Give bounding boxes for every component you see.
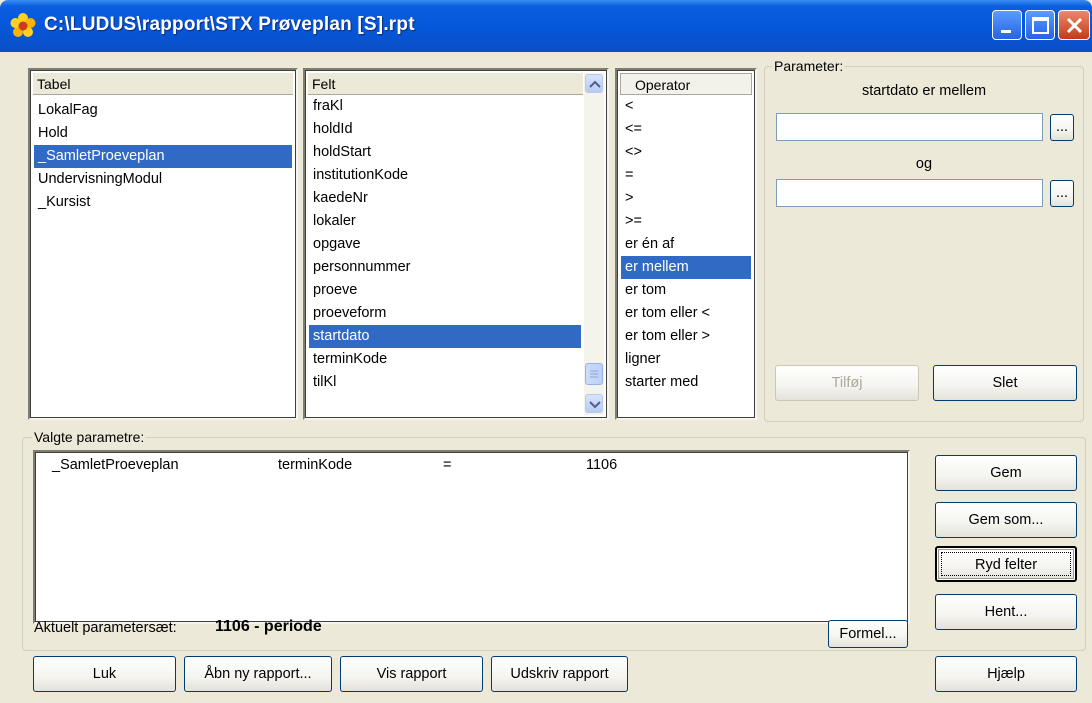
- list-item[interactable]: tilKl: [309, 371, 581, 394]
- luk-button[interactable]: Luk: [33, 656, 176, 692]
- list-item[interactable]: fraKl: [309, 95, 581, 118]
- minimize-icon: [1001, 30, 1011, 33]
- browse-label: ...: [1055, 119, 1069, 135]
- operator-header[interactable]: Operator: [620, 73, 752, 95]
- valgte-group-label: Valgte parametre:: [32, 429, 147, 445]
- felt-scrollbar[interactable]: [584, 73, 604, 415]
- hjaelp-button[interactable]: Hjælp: [935, 656, 1077, 692]
- formel-label: Formel...: [839, 626, 897, 642]
- maximize-button[interactable]: [1025, 10, 1055, 40]
- list-item[interactable]: <>: [621, 141, 751, 164]
- list-item[interactable]: er tom: [621, 279, 751, 302]
- list-item[interactable]: er mellem: [621, 256, 751, 279]
- list-item[interactable]: =: [621, 164, 751, 187]
- row-felt: terminKode: [278, 457, 353, 473]
- parameter-value-2-input[interactable]: [776, 179, 1043, 207]
- slet-button[interactable]: Slet: [933, 365, 1077, 401]
- felt-header[interactable]: Felt: [308, 73, 583, 95]
- aktuelt-value: 1106 - periode: [215, 618, 322, 635]
- operator-list[interactable]: Operator < <= <> = > >= er én af er mell…: [615, 68, 757, 420]
- list-item[interactable]: ligner: [621, 348, 751, 371]
- parameter-value-1-input[interactable]: [776, 113, 1043, 141]
- list-item[interactable]: personnummer: [309, 256, 581, 279]
- hjaelp-label: Hjælp: [987, 666, 1025, 682]
- close-icon: [1066, 17, 1083, 34]
- list-item[interactable]: kaedeNr: [309, 187, 581, 210]
- browse-button-2[interactable]: ...: [1050, 180, 1074, 207]
- og-label: og: [915, 156, 933, 172]
- gem-button[interactable]: Gem: [935, 455, 1077, 491]
- aabn-ny-rapport-button[interactable]: Åbn ny rapport...: [184, 656, 332, 692]
- list-item[interactable]: <: [621, 95, 751, 118]
- ryd-felter-button[interactable]: Ryd felter: [935, 546, 1077, 582]
- list-item[interactable]: er tom eller >: [621, 325, 751, 348]
- hent-label: Hent...: [984, 604, 1028, 620]
- gem-som-button[interactable]: Gem som...: [935, 502, 1077, 538]
- gem-som-label: Gem som...: [968, 512, 1044, 528]
- valgte-list[interactable]: _SamletProeveplan terminKode = 1106: [33, 450, 910, 624]
- ryd-felter-label: Ryd felter: [974, 557, 1038, 573]
- list-item[interactable]: er én af: [621, 233, 751, 256]
- list-item[interactable]: LokalFag: [34, 99, 292, 122]
- flower-app-icon: [10, 13, 36, 37]
- slet-label: Slet: [992, 375, 1018, 391]
- udskriv-rapport-button[interactable]: Udskriv rapport: [491, 656, 628, 692]
- scroll-thumb[interactable]: [585, 363, 603, 385]
- row-tabel: _SamletProeveplan: [52, 457, 179, 473]
- parameter-group-label: Parameter:: [772, 58, 846, 74]
- tilfoej-button[interactable]: Tilføj: [775, 365, 919, 401]
- list-item[interactable]: holdStart: [309, 141, 581, 164]
- scroll-up-button[interactable]: [585, 74, 603, 93]
- aktuelt-label: Aktuelt parametersæt:: [34, 620, 177, 636]
- close-button[interactable]: [1058, 10, 1090, 40]
- formel-button[interactable]: Formel...: [828, 620, 908, 648]
- aabn-label: Åbn ny rapport...: [204, 666, 312, 682]
- parameter-caption: startdato er mellem: [861, 83, 987, 99]
- row-operator: =: [443, 457, 452, 473]
- list-item[interactable]: er tom eller <: [621, 302, 751, 325]
- list-item[interactable]: >: [621, 187, 751, 210]
- list-item[interactable]: proeveform: [309, 302, 581, 325]
- list-item[interactable]: starter med: [621, 371, 751, 394]
- list-item[interactable]: lokaler: [309, 210, 581, 233]
- felt-list[interactable]: Felt fraKl holdId holdStart institutionK…: [303, 68, 609, 420]
- hent-button[interactable]: Hent...: [935, 594, 1077, 630]
- browse-label: ...: [1055, 185, 1069, 201]
- table-row[interactable]: _SamletProeveplan terminKode = 1106: [38, 457, 905, 479]
- row-vaerdi: 1106: [586, 457, 618, 473]
- list-item[interactable]: holdId: [309, 118, 581, 141]
- grip-icon: [590, 370, 598, 378]
- vis-label: Vis rapport: [376, 666, 447, 682]
- dialog-client: Tabel LokalFag Hold _SamletProeveplan Un…: [0, 52, 1092, 703]
- vis-rapport-button[interactable]: Vis rapport: [340, 656, 483, 692]
- tabel-list[interactable]: Tabel LokalFag Hold _SamletProeveplan Un…: [28, 68, 298, 420]
- tabel-header[interactable]: Tabel: [33, 73, 293, 95]
- list-item[interactable]: >=: [621, 210, 751, 233]
- maximize-icon: [1032, 17, 1049, 34]
- luk-label: Luk: [92, 666, 117, 682]
- tilfoej-label: Tilføj: [831, 375, 863, 391]
- list-item[interactable]: opgave: [309, 233, 581, 256]
- gem-label: Gem: [990, 465, 1022, 481]
- minimize-button[interactable]: [992, 10, 1022, 40]
- list-item[interactable]: Hold: [34, 122, 292, 145]
- title-bar[interactable]: C:\LUDUS\rapport\STX Prøveplan [S].rpt: [0, 0, 1092, 52]
- list-item[interactable]: <=: [621, 118, 751, 141]
- scroll-down-button[interactable]: [585, 394, 603, 413]
- list-item[interactable]: UndervisningModul: [34, 168, 292, 191]
- chevron-down-icon: [589, 401, 601, 409]
- list-item[interactable]: proeve: [309, 279, 581, 302]
- list-item[interactable]: _SamletProeveplan: [34, 145, 292, 168]
- list-item[interactable]: terminKode: [309, 348, 581, 371]
- window-title: C:\LUDUS\rapport\STX Prøveplan [S].rpt: [44, 14, 415, 35]
- list-item[interactable]: startdato: [309, 325, 581, 348]
- browse-button-1[interactable]: ...: [1050, 114, 1074, 141]
- list-item[interactable]: _Kursist: [34, 191, 292, 214]
- chevron-up-icon: [589, 80, 601, 88]
- list-item[interactable]: institutionKode: [309, 164, 581, 187]
- udskriv-label: Udskriv rapport: [510, 666, 609, 682]
